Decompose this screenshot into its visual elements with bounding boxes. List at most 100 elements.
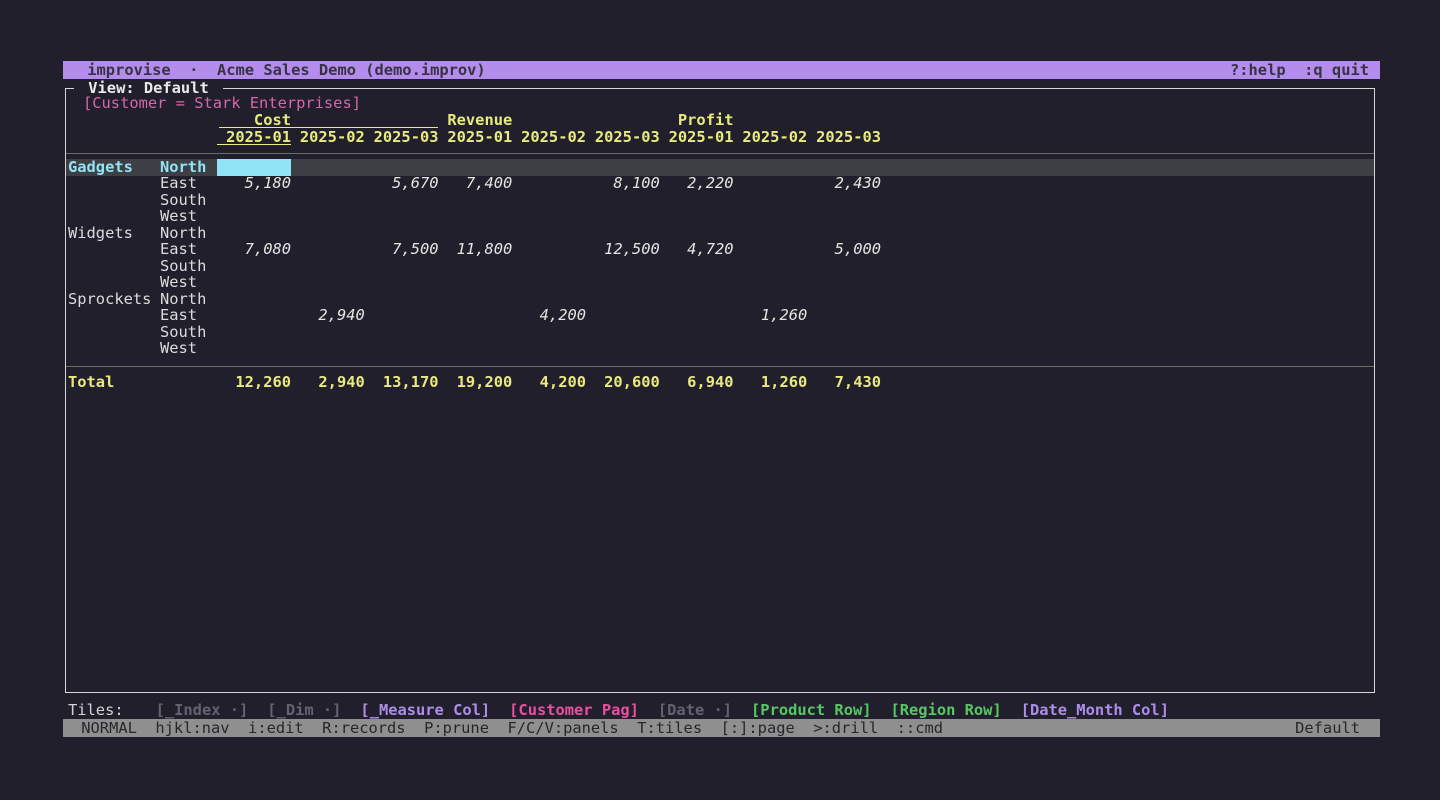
value-cell[interactable] — [586, 340, 660, 357]
value-cell[interactable]: 5,670 — [365, 175, 439, 192]
value-cell[interactable] — [217, 324, 291, 341]
value-cell[interactable] — [217, 291, 291, 308]
value-cell[interactable] — [512, 324, 586, 341]
table-row[interactable]: East7,0807,50011,80012,5004,7205,000 — [66, 241, 1374, 258]
value-cell[interactable] — [438, 192, 512, 209]
value-cell[interactable] — [586, 291, 660, 308]
value-cell[interactable] — [217, 192, 291, 209]
value-cell[interactable] — [733, 324, 807, 341]
value-cell[interactable] — [438, 208, 512, 225]
value-cell[interactable] — [291, 274, 365, 291]
value-cell[interactable] — [733, 225, 807, 242]
value-cell[interactable] — [586, 192, 660, 209]
value-cell[interactable] — [438, 340, 512, 357]
value-cell[interactable] — [217, 307, 291, 324]
value-cell[interactable] — [807, 159, 881, 176]
value-cell[interactable] — [660, 159, 734, 176]
value-cell[interactable]: 7,500 — [365, 241, 439, 258]
value-cell[interactable] — [733, 274, 807, 291]
tile-item[interactable]: [Product Row] — [751, 702, 871, 719]
value-cell[interactable] — [807, 192, 881, 209]
value-cell[interactable]: 12,500 — [586, 241, 660, 258]
measure-header[interactable]: Revenue — [438, 112, 512, 129]
value-cell[interactable] — [217, 274, 291, 291]
value-cell[interactable] — [291, 192, 365, 209]
value-cell[interactable]: 7,400 — [438, 175, 512, 192]
table-row[interactable]: SprocketsNorth — [66, 291, 1374, 308]
value-cell[interactable] — [733, 241, 807, 258]
table-row[interactable]: East2,9404,2001,260 — [66, 307, 1374, 324]
value-cell[interactable]: 11,800 — [438, 241, 512, 258]
value-cell[interactable] — [365, 225, 439, 242]
value-cell[interactable] — [586, 159, 660, 176]
value-cell[interactable] — [217, 258, 291, 275]
table-row[interactable]: WidgetsNorth — [66, 225, 1374, 242]
value-cell[interactable] — [438, 274, 512, 291]
value-cell[interactable] — [733, 208, 807, 225]
value-cell[interactable] — [438, 291, 512, 308]
table-row[interactable]: West — [66, 208, 1374, 225]
value-cell[interactable] — [733, 340, 807, 357]
value-cell[interactable] — [512, 159, 586, 176]
value-cell[interactable] — [733, 258, 807, 275]
value-cell[interactable] — [512, 274, 586, 291]
table-row[interactable]: East5,1805,6707,4008,1002,2202,430 — [66, 175, 1374, 192]
tile-item[interactable]: [Region Row] — [891, 702, 1002, 719]
value-cell[interactable] — [586, 258, 660, 275]
value-cell[interactable] — [660, 225, 734, 242]
value-cell[interactable] — [660, 258, 734, 275]
value-cell[interactable] — [512, 225, 586, 242]
value-cell[interactable] — [291, 340, 365, 357]
value-cell[interactable]: 2,220 — [660, 175, 734, 192]
tile-item[interactable]: [_Index ·] — [156, 702, 249, 719]
table-row[interactable]: South — [66, 258, 1374, 275]
value-cell[interactable] — [365, 258, 439, 275]
month-column-header[interactable]: 2025-03 — [586, 129, 660, 146]
value-cell[interactable] — [365, 192, 439, 209]
value-cell[interactable] — [512, 208, 586, 225]
value-cell[interactable] — [733, 159, 807, 176]
month-column-header[interactable]: 2025-03 — [807, 129, 881, 146]
table-row[interactable]: South — [66, 324, 1374, 341]
tile-item[interactable]: [Date ·] — [658, 702, 732, 719]
cursor-cell[interactable] — [217, 159, 291, 176]
value-cell[interactable] — [733, 175, 807, 192]
value-cell[interactable] — [660, 324, 734, 341]
value-cell[interactable] — [586, 307, 660, 324]
value-cell[interactable]: 1,260 — [733, 307, 807, 324]
value-cell[interactable] — [586, 225, 660, 242]
value-cell[interactable] — [365, 159, 439, 176]
value-cell[interactable] — [807, 291, 881, 308]
month-column-header[interactable]: 2025-01 — [438, 129, 512, 146]
value-cell[interactable] — [438, 324, 512, 341]
tile-item[interactable]: [Customer Pag] — [509, 702, 639, 719]
value-cell[interactable] — [291, 241, 365, 258]
tile-item[interactable]: [_Dim ·] — [267, 702, 341, 719]
value-cell[interactable] — [291, 291, 365, 308]
value-cell[interactable] — [291, 159, 365, 176]
value-cell[interactable] — [365, 340, 439, 357]
value-cell[interactable] — [365, 307, 439, 324]
value-cell[interactable] — [733, 192, 807, 209]
value-cell[interactable] — [512, 175, 586, 192]
value-cell[interactable] — [807, 225, 881, 242]
month-column-header[interactable]: 2025-01 — [217, 129, 291, 146]
value-cell[interactable] — [512, 241, 586, 258]
value-cell[interactable] — [291, 258, 365, 275]
value-cell[interactable] — [660, 192, 734, 209]
month-column-header[interactable]: 2025-02 — [512, 129, 586, 146]
value-cell[interactable] — [733, 291, 807, 308]
value-cell[interactable] — [660, 208, 734, 225]
value-cell[interactable]: 4,720 — [660, 241, 734, 258]
value-cell[interactable] — [512, 258, 586, 275]
value-cell[interactable]: 5,000 — [807, 241, 881, 258]
value-cell[interactable] — [807, 324, 881, 341]
value-cell[interactable]: 8,100 — [586, 175, 660, 192]
value-cell[interactable]: 5,180 — [217, 175, 291, 192]
value-cell[interactable] — [291, 225, 365, 242]
value-cell[interactable] — [217, 225, 291, 242]
value-cell[interactable] — [217, 340, 291, 357]
value-cell[interactable] — [291, 175, 365, 192]
value-cell[interactable] — [807, 307, 881, 324]
value-cell[interactable] — [365, 274, 439, 291]
